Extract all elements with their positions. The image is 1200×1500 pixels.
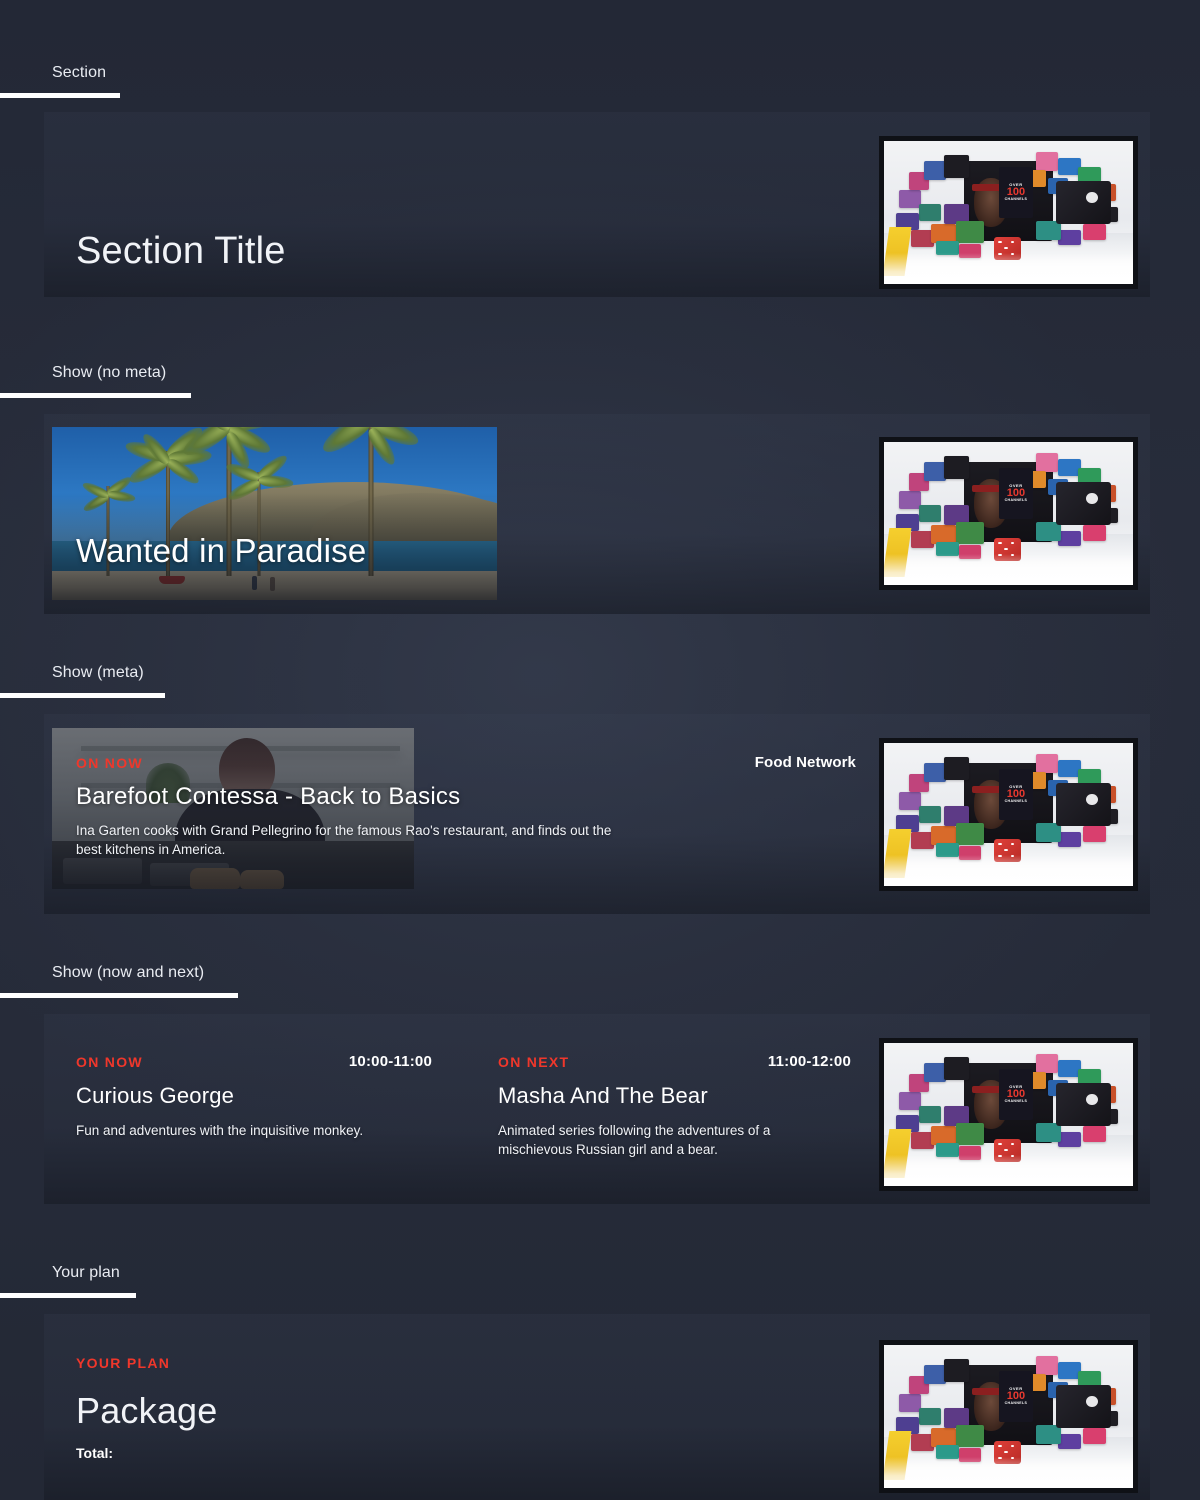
promo-reflection (884, 252, 1133, 284)
promo-image-5[interactable]: OVER 100 CHANNELS (879, 1340, 1138, 1493)
promo-channels-label: CHANNELS (1004, 1401, 1028, 1406)
status-badge-on-next: ON NEXT (498, 1054, 570, 1070)
promo-reflection (884, 553, 1133, 585)
promo-image-4[interactable]: OVER 100 CHANNELS (879, 1038, 1138, 1191)
section-label-rule (0, 1293, 136, 1298)
promo-big-cube (1055, 1083, 1111, 1126)
promo-channels-label: CHANNELS (1004, 197, 1028, 202)
section-label-now-and-next: Show (now and next) (52, 964, 205, 981)
promo-channels-label: CHANNELS (1004, 799, 1028, 804)
show-title-wanted-in-paradise: Wanted in Paradise (76, 532, 367, 569)
promo-image-3[interactable]: OVER 100 CHANNELS (879, 738, 1138, 891)
plan-total-label: Total: (76, 1445, 114, 1461)
section-label-show-meta: Show (meta) (52, 664, 144, 681)
show-title-masha-and-the-bear: Masha And The Bear (498, 1083, 708, 1108)
promo-inner: OVER 100 CHANNELS (884, 442, 1133, 585)
show-description-masha-and-the-bear: Animated series following the adventures… (498, 1123, 771, 1157)
promo-inner: OVER 100 CHANNELS (884, 141, 1133, 284)
channel-name-food-network: Food Network (754, 754, 856, 771)
promo-inner: OVER 100 CHANNELS (884, 1345, 1133, 1488)
plan-name: Package (76, 1390, 218, 1431)
promo-over-100-channels-badge: OVER 100 CHANNELS (998, 166, 1034, 219)
status-badge-on-now: ON NOW (76, 1054, 143, 1070)
section-label-rule (0, 693, 165, 698)
section-label-rule (0, 393, 191, 398)
promo-channels-label: CHANNELS (1004, 1099, 1028, 1104)
promo-channels-label: CHANNELS (1004, 498, 1028, 503)
promo-big-cube (1055, 783, 1111, 826)
show-title-curious-george: Curious George (76, 1083, 235, 1108)
page-title: Section Title (76, 230, 286, 272)
promo-over-100-channels-badge: OVER 100 CHANNELS (998, 1370, 1034, 1423)
promo-over-100-channels-badge: OVER 100 CHANNELS (998, 1068, 1034, 1121)
section-label-your-plan: Your plan (52, 1264, 120, 1281)
promo-image-1[interactable]: OVER 100 CHANNELS (879, 136, 1138, 289)
show-description-barefoot-contessa: Ina Garten cooks with Grand Pellegrino f… (76, 823, 612, 857)
promo-reflection (884, 1456, 1133, 1488)
section-label-rule (0, 993, 238, 998)
promo-image-2[interactable]: OVER 100 CHANNELS (879, 437, 1138, 590)
show-thumbnail-wanted-in-paradise[interactable] (52, 427, 497, 600)
promo-big-cube (1055, 1385, 1111, 1428)
promo-reflection (884, 1154, 1133, 1186)
section-label-rule (0, 93, 120, 98)
section-label-show-no-meta: Show (no meta) (52, 364, 167, 381)
promo-reflection (884, 854, 1133, 886)
timecode-next: 11:00-12:00 (767, 1053, 851, 1070)
status-badge-your-plan: YOUR PLAN (76, 1355, 171, 1371)
component-showcase: Section Section Title OVER 100 CHANNELS … (0, 0, 1200, 1500)
promo-big-cube (1055, 482, 1111, 525)
section-label-section: Section (52, 64, 107, 81)
show-title-barefoot-contessa: Barefoot Contessa - Back to Basics (76, 783, 461, 810)
promo-big-cube (1055, 181, 1111, 224)
promo-inner: OVER 100 CHANNELS (884, 1043, 1133, 1186)
promo-inner: OVER 100 CHANNELS (884, 743, 1133, 886)
timecode-now: 10:00-11:00 (348, 1053, 432, 1070)
show-description-curious-george: Fun and adventures with the inquisitive … (76, 1123, 364, 1138)
status-badge-on-now: ON NOW (76, 755, 143, 771)
promo-over-100-channels-badge: OVER 100 CHANNELS (998, 467, 1034, 520)
promo-over-100-channels-badge: OVER 100 CHANNELS (998, 768, 1034, 821)
